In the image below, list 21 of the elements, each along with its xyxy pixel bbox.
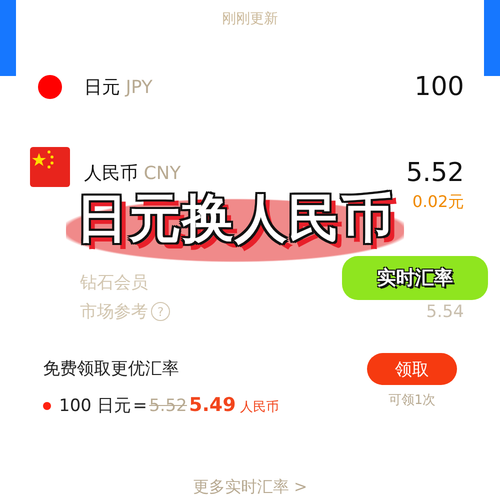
reference-label: 钻石会员 bbox=[80, 272, 148, 294]
equals-sign: = bbox=[132, 396, 148, 416]
claim-limit: 可领1次 bbox=[388, 392, 436, 409]
amount-value: 5.52 bbox=[406, 158, 464, 188]
speech-bubble: 实时汇率 bbox=[342, 256, 488, 300]
amount-value: 100 bbox=[414, 72, 464, 102]
rate-change: 0.02元 bbox=[411, 192, 464, 213]
more-rates-link[interactable]: 更多实时汇率 > bbox=[192, 477, 308, 496]
currency-selector[interactable]: 日元 JPY bbox=[84, 75, 152, 99]
claim-button[interactable]: 领取 bbox=[367, 353, 457, 385]
update-status: 刚刚更新 bbox=[221, 10, 279, 28]
reference-value: 5.54 bbox=[426, 302, 464, 322]
promo-amount: 100 日元 bbox=[59, 395, 131, 417]
promo-title: 免费领取更优汇率 bbox=[43, 358, 180, 380]
flag-icon bbox=[30, 147, 70, 187]
flag-icon bbox=[38, 75, 62, 99]
new-rate: 5.49 bbox=[188, 394, 236, 416]
old-rate: 5.52 bbox=[149, 396, 187, 416]
dot-icon bbox=[43, 402, 51, 410]
target-currency: 人民币 bbox=[240, 399, 279, 416]
reference-label: 市场参考 bbox=[80, 301, 148, 323]
